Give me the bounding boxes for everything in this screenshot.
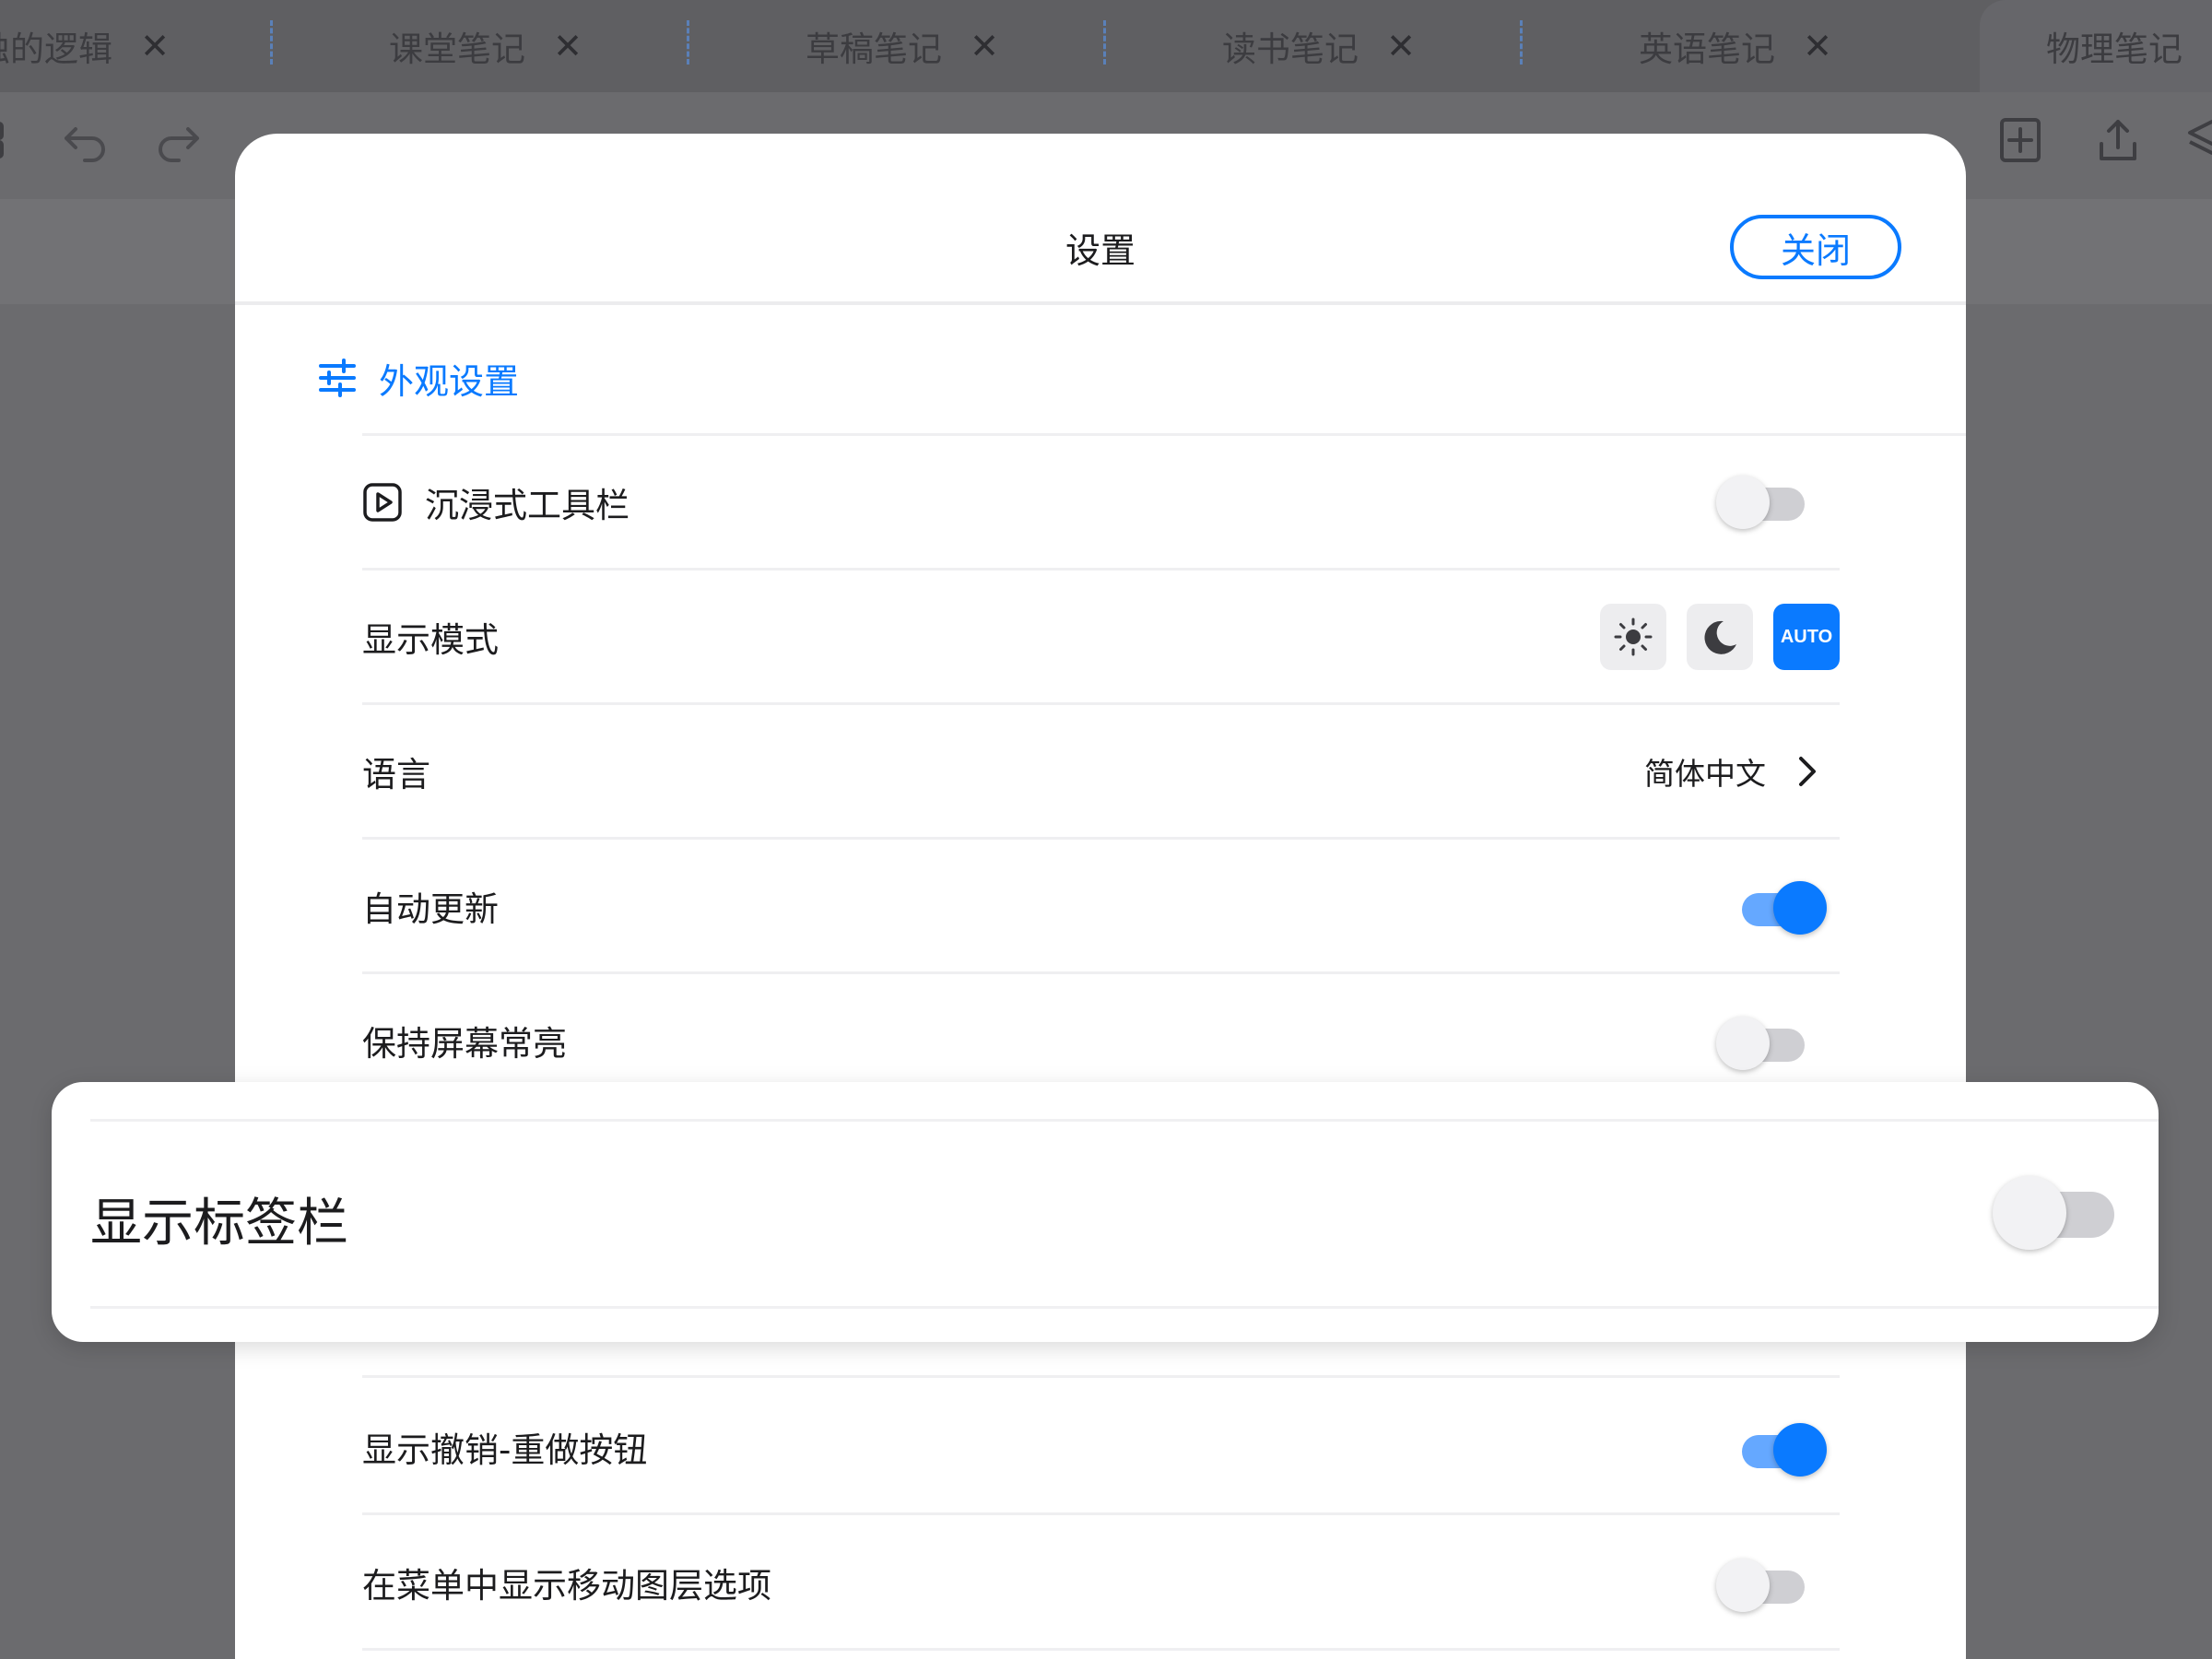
setting-label: 显示模式 xyxy=(362,619,499,660)
auto-label: AUTO xyxy=(1780,626,1833,647)
modal-title: 设置 xyxy=(1065,230,1135,271)
tab-item[interactable]: 课堂笔记 ✕ xyxy=(249,0,665,92)
dark-mode-button[interactable] xyxy=(1687,604,1753,670)
undo-redo-toggle[interactable] xyxy=(1733,1423,1827,1478)
auto-mode-button[interactable]: AUTO xyxy=(1773,604,1840,670)
setting-label: 自动更新 xyxy=(362,888,499,929)
moon-icon xyxy=(1704,620,1736,654)
tab-close-icon[interactable]: ✕ xyxy=(1803,26,1832,66)
setting-row-display-mode: 显示模式 AUTO xyxy=(362,571,1840,705)
play-square-icon xyxy=(363,482,402,522)
sliders-icon xyxy=(319,359,356,397)
light-mode-button[interactable] xyxy=(1600,604,1666,670)
divider xyxy=(90,1306,2159,1309)
tab-title: 课堂笔记 xyxy=(389,29,525,69)
share-icon[interactable] xyxy=(2092,114,2144,166)
setting-row-show-move-layer: 在菜单中显示移动图层选项 xyxy=(362,1516,1840,1651)
grid-icon[interactable] xyxy=(0,114,33,166)
tab-title: 草稿笔记 xyxy=(806,29,942,69)
add-page-icon[interactable] xyxy=(1994,114,2046,166)
setting-label: 显示标签栏 xyxy=(90,1194,348,1253)
tab-item[interactable]: 英语笔记 ✕ xyxy=(1499,0,1915,92)
highlighted-setting-show-tab-bar[interactable]: 显示标签栏 xyxy=(52,1082,2159,1342)
settings-modal: 设置 关闭 外观设置 沉浸式工具栏 显示模式 AUTO 语言 简体中文 自动更新… xyxy=(235,134,1966,1659)
undo-icon[interactable] xyxy=(59,114,111,166)
tab-close-icon[interactable]: ✕ xyxy=(553,26,582,66)
divider xyxy=(90,1119,2159,1122)
tab-item[interactable]: 草稿笔记 ✕ xyxy=(665,0,1082,92)
keep-screen-on-toggle[interactable] xyxy=(1716,1017,1810,1072)
setting-row-auto-update: 自动更新 xyxy=(362,840,1840,974)
tab-close-icon[interactable]: ✕ xyxy=(1386,26,1416,66)
display-mode-selector: AUTO xyxy=(1600,604,1840,670)
move-layer-toggle[interactable] xyxy=(1716,1559,1810,1614)
redo-icon[interactable] xyxy=(153,114,205,166)
language-value: 简体中文 xyxy=(1644,755,1766,792)
tab-item[interactable]: 读书笔记 ✕ xyxy=(1082,0,1499,92)
setting-label: 沉浸式工具栏 xyxy=(425,485,629,525)
chevron-right-icon xyxy=(1799,756,1816,786)
tab-item[interactable]: 蚀的逻辑 ✕ xyxy=(0,0,253,92)
tab-title: 蚀的逻辑 xyxy=(0,29,112,69)
immersive-toolbar-toggle[interactable] xyxy=(1716,476,1810,531)
close-button[interactable]: 关闭 xyxy=(1730,215,1901,279)
tab-close-icon[interactable]: ✕ xyxy=(140,26,170,66)
tab-title: 英语笔记 xyxy=(1639,29,1775,69)
setting-label: 保持屏幕常亮 xyxy=(362,1023,567,1064)
tab-close-icon[interactable]: ✕ xyxy=(970,26,999,66)
setting-label: 语言 xyxy=(362,754,430,794)
setting-row-immersive-toolbar[interactable]: 沉浸式工具栏 xyxy=(362,436,1840,571)
tab-title: 读书笔记 xyxy=(1222,29,1359,69)
auto-update-toggle[interactable] xyxy=(1733,881,1827,936)
setting-label: 显示撤销-重做按钮 xyxy=(362,1430,648,1470)
section-header-appearance: 外观设置 xyxy=(318,347,519,408)
tab-item-active[interactable]: 物理笔记 xyxy=(1980,0,2212,92)
setting-row-show-undo-redo: 显示撤销-重做按钮 xyxy=(362,1381,1840,1515)
sun-icon xyxy=(1614,618,1653,656)
show-tab-bar-toggle[interactable] xyxy=(1993,1176,2118,1252)
modal-header: 设置 关闭 xyxy=(235,134,1966,305)
layers-icon[interactable] xyxy=(2186,114,2212,166)
tab-title: 物理笔记 xyxy=(2046,29,2183,69)
section-title: 外观设置 xyxy=(379,360,520,402)
setting-row-language[interactable]: 语言 简体中文 xyxy=(362,705,1840,840)
tab-bar: 蚀的逻辑 ✕ 课堂笔记 ✕ 草稿笔记 ✕ 读书笔记 ✕ 英语笔记 ✕ 物理笔记 xyxy=(0,0,2212,92)
setting-label: 在菜单中显示移动图层选项 xyxy=(362,1565,771,1606)
